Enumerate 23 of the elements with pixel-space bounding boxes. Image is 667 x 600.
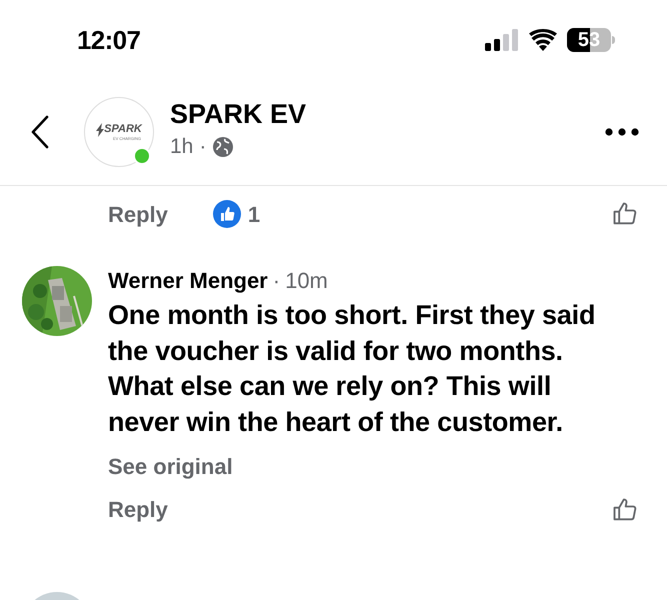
comment-author: Werner Menger xyxy=(108,267,268,295)
globe-icon xyxy=(212,136,234,158)
like-reaction-icon xyxy=(212,200,241,228)
thumbs-up-icon xyxy=(611,496,639,524)
back-icon xyxy=(30,114,50,148)
comment-text: One month is too short. First they said the voucher is valid for two months. What else can we rely on? This will never win the heart of the customer. xyxy=(108,299,596,438)
page-name: SPARK EV xyxy=(170,98,308,131)
lightning-icon xyxy=(96,122,104,136)
post-time: 1h xyxy=(170,134,194,160)
status-time: 12:07 xyxy=(77,24,140,56)
comment-time: 10m xyxy=(285,267,328,295)
separator-dot: · xyxy=(272,267,280,295)
like-button[interactable] xyxy=(611,496,639,524)
more-icon xyxy=(605,128,639,136)
wifi-icon xyxy=(529,29,557,51)
more-button[interactable] xyxy=(605,126,641,136)
separator-dot: · xyxy=(199,134,206,160)
see-original-link[interactable]: See original xyxy=(108,450,233,483)
reply-button[interactable]: Reply xyxy=(108,493,168,526)
logo-text: SPARK xyxy=(104,124,142,135)
signal-icon xyxy=(485,29,519,51)
reply-button[interactable]: Reply xyxy=(108,198,168,230)
reaction-count: 1 xyxy=(248,200,260,228)
